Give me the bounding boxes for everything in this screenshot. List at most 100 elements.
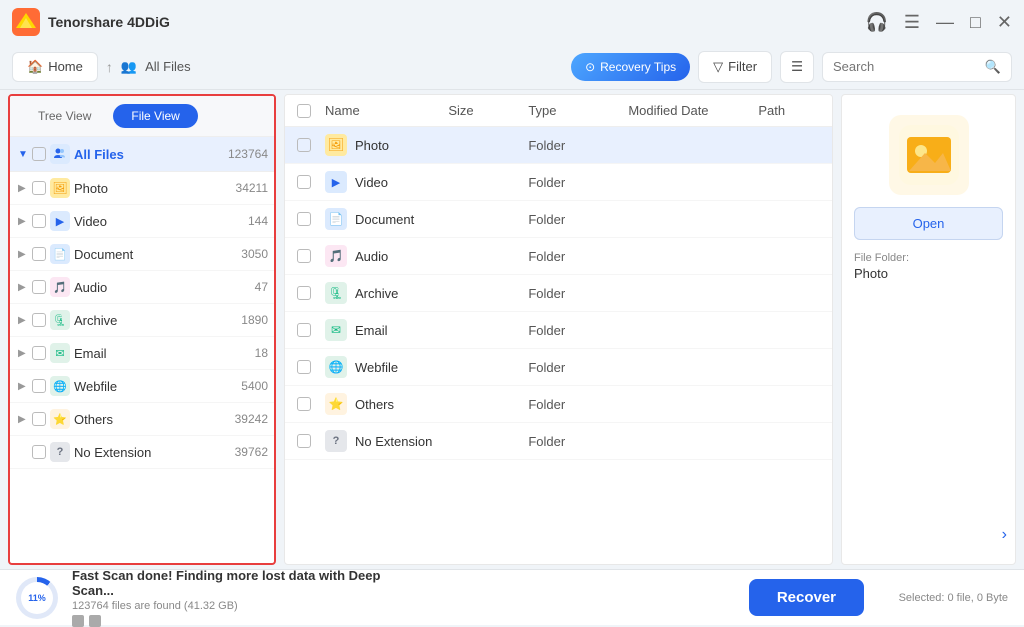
sidebar-item-video[interactable]: ▶ ▶ Video 144	[10, 205, 274, 238]
table-body: 🖼Photo Folder ▶Video Folder 📄Document	[285, 127, 832, 564]
open-button[interactable]: Open	[854, 207, 1003, 240]
filter-button[interactable]: ▽ Filter	[698, 51, 772, 83]
email-expand-icon: ▶	[18, 348, 28, 359]
menu-icon[interactable]: ☰	[904, 12, 920, 33]
sidebar-item-all-files[interactable]: ▼ All Files 123764	[10, 137, 274, 172]
video-checkbox[interactable]	[32, 214, 46, 228]
sidebar: Tree View File View ▼ All Files 123764 ▶…	[8, 94, 276, 565]
sidebar-item-others[interactable]: ▶ ⭐ Others 39242	[10, 403, 274, 436]
search-input[interactable]	[833, 59, 979, 74]
sidebar-item-email[interactable]: ▶ ✉ Email 18	[10, 337, 274, 370]
sidebar-item-noext[interactable]: ? No Extension 39762	[10, 436, 274, 469]
all-files-checkbox[interactable]	[32, 147, 46, 161]
table-row[interactable]: ✉Email Folder	[285, 312, 832, 349]
document-label: Document	[74, 247, 226, 262]
table-row[interactable]: 🗜Archive Folder	[285, 275, 832, 312]
archive-expand-icon: ▶	[18, 315, 28, 326]
app-logo	[12, 8, 40, 36]
recovery-tips-icon: ⊙	[585, 60, 595, 74]
all-files-icon: 👥	[121, 59, 137, 75]
table-row[interactable]: 📄Document Folder	[285, 201, 832, 238]
close-icon[interactable]: ✕	[997, 12, 1012, 33]
preview-icon	[889, 115, 969, 195]
recovery-tips-button[interactable]: ⊙ Recovery Tips	[571, 53, 690, 81]
table-row[interactable]: ?No Extension Folder	[285, 423, 832, 460]
recovery-tips-label: Recovery Tips	[600, 60, 676, 74]
sidebar-item-audio[interactable]: ▶ 🎵 Audio 47	[10, 271, 274, 304]
others-label: Others	[74, 412, 226, 427]
email-label: Email	[74, 346, 226, 361]
sidebar-item-webfile[interactable]: ▶ 🌐 Webfile 5400	[10, 370, 274, 403]
scan-title: Fast Scan done! Finding more lost data w…	[72, 568, 396, 598]
audio-folder-icon: 🎵	[50, 277, 70, 297]
table-row[interactable]: 🎵Audio Folder	[285, 238, 832, 275]
webfile-checkbox[interactable]	[32, 379, 46, 393]
all-files-label: All Files	[74, 147, 224, 162]
noext-checkbox[interactable]	[32, 445, 46, 459]
filter-icon: ▽	[713, 59, 723, 75]
selected-info: Selected: 0 file, 0 Byte	[878, 592, 1008, 604]
video-folder-icon: ▶	[50, 211, 70, 231]
video-expand-icon: ▶	[18, 216, 28, 227]
webfile-expand-icon: ▶	[18, 381, 28, 392]
sidebar-item-archive[interactable]: ▶ 🗜 Archive 1890	[10, 304, 274, 337]
minimize-icon[interactable]: —	[936, 12, 954, 33]
others-count: 39242	[230, 412, 268, 426]
document-checkbox[interactable]	[32, 247, 46, 261]
document-folder-icon: 📄	[50, 244, 70, 264]
others-expand-icon: ▶	[18, 414, 28, 425]
email-folder-icon: ✉	[50, 343, 70, 363]
list-view-button[interactable]: ☰	[780, 51, 814, 83]
sidebar-item-document[interactable]: ▶ 📄 Document 3050	[10, 238, 274, 271]
nav-up-arrow[interactable]: ↑	[106, 59, 113, 75]
bottom-bar: 11% Fast Scan done! Finding more lost da…	[0, 569, 1024, 625]
archive-folder-icon: 🗜	[50, 310, 70, 330]
archive-checkbox[interactable]	[32, 313, 46, 327]
view-toggle: Tree View File View	[10, 96, 274, 137]
table-row[interactable]: ▶Video Folder	[285, 164, 832, 201]
toolbar: 🏠 Home ↑ 👥 All Files ⊙ Recovery Tips ▽ F…	[0, 44, 1024, 90]
archive-count: 1890	[230, 313, 268, 327]
file-info: File Folder: Photo	[854, 252, 1003, 281]
headphone-icon[interactable]: 🎧	[865, 12, 887, 33]
right-panel: Open File Folder: Photo ›	[841, 94, 1016, 565]
table-row[interactable]: 🖼Photo Folder	[285, 127, 832, 164]
title-bar-controls: 🎧 ☰ — □ ✕	[865, 12, 1012, 33]
table-row[interactable]: 🌐Webfile Folder	[285, 349, 832, 386]
search-icon[interactable]: 🔍	[985, 59, 1001, 75]
right-panel-arrow[interactable]: ›	[1002, 526, 1007, 544]
audio-count: 47	[230, 280, 268, 294]
webfile-folder-icon: 🌐	[50, 376, 70, 396]
document-expand-icon: ▶	[18, 249, 28, 260]
tree-view-button[interactable]: Tree View	[20, 104, 109, 128]
email-checkbox[interactable]	[32, 346, 46, 360]
file-folder-name: Photo	[854, 266, 1003, 281]
audio-checkbox[interactable]	[32, 280, 46, 294]
toolbar-left: 🏠 Home ↑ 👥 All Files	[12, 52, 563, 82]
all-files-count: 123764	[228, 147, 268, 161]
video-label: Video	[74, 214, 226, 229]
progress-circle: 11%	[16, 577, 58, 619]
others-folder-icon: ⭐	[50, 409, 70, 429]
all-files-expand-icon: ▼	[18, 149, 28, 160]
home-button[interactable]: 🏠 Home	[12, 52, 98, 82]
email-count: 18	[230, 346, 268, 360]
header-type: Type	[528, 103, 628, 118]
file-view-button[interactable]: File View	[113, 104, 197, 128]
header-modified: Modified Date	[628, 103, 758, 118]
header-size: Size	[448, 103, 528, 118]
scan-stop-button[interactable]	[72, 615, 84, 627]
search-box: 🔍	[822, 52, 1012, 82]
maximize-icon[interactable]: □	[970, 12, 981, 33]
noext-count: 39762	[230, 445, 268, 459]
others-checkbox[interactable]	[32, 412, 46, 426]
list-icon: ☰	[791, 59, 803, 74]
toolbar-right: ⊙ Recovery Tips ▽ Filter ☰ 🔍	[571, 51, 1012, 83]
sidebar-item-photo[interactable]: ▶ 🖼 Photo 34211	[10, 172, 274, 205]
scan-pause-button[interactable]	[89, 615, 101, 627]
photo-checkbox[interactable]	[32, 181, 46, 195]
recover-button[interactable]: Recover	[749, 579, 864, 616]
photo-expand-icon: ▶	[18, 183, 28, 194]
table-row[interactable]: ⭐Others Folder	[285, 386, 832, 423]
header-checkbox[interactable]	[297, 104, 325, 118]
